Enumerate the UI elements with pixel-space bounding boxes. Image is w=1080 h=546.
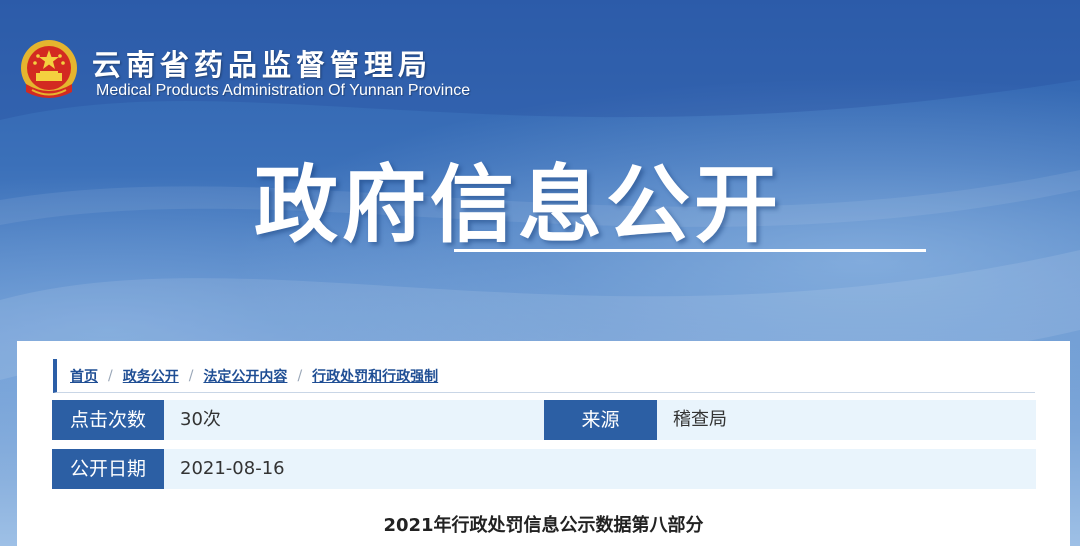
banner-title: 政府信息公开 (254, 156, 783, 254)
breadcrumb-statutory-content-link[interactable]: 法定公开内容 (203, 366, 287, 386)
breadcrumb-separator: / (297, 367, 303, 384)
title-underline (454, 249, 926, 252)
source-label: 来源 (544, 400, 657, 440)
breadcrumb-separator: / (188, 367, 194, 384)
national-emblem-icon[interactable] (18, 38, 80, 104)
breadcrumb-home-link[interactable]: 首页 (70, 366, 98, 386)
info-row-clicks-source: 点击次数 30次 来源 稽查局 (52, 400, 1036, 440)
breadcrumb-separator: / (108, 367, 113, 384)
article-title: 2021年行政处罚信息公示数据第八部分 (383, 515, 704, 536)
publish-date-value: 2021-08-16 (180, 458, 285, 479)
publish-date-label: 公开日期 (52, 449, 164, 489)
source-value: 稽查局 (673, 409, 727, 430)
clicks-value: 30次 (180, 409, 221, 430)
clicks-label: 点击次数 (52, 400, 164, 440)
content-panel: 首页 / 政务公开 / 法定公开内容 / 行政处罚和行政强制 点击次数 30次 … (17, 341, 1070, 546)
breadcrumb-penalty-link[interactable]: 行政处罚和行政强制 (312, 366, 438, 386)
info-row-date: 公开日期 2021-08-16 (52, 449, 1036, 489)
breadcrumb-gov-affairs-link[interactable]: 政务公开 (123, 366, 179, 386)
breadcrumb: 首页 / 政务公开 / 法定公开内容 / 行政处罚和行政强制 (53, 359, 1035, 393)
site-name-english: Medical Products Administration Of Yunna… (96, 82, 471, 99)
site-name[interactable]: 云南省药品监督管理局 (92, 42, 432, 84)
